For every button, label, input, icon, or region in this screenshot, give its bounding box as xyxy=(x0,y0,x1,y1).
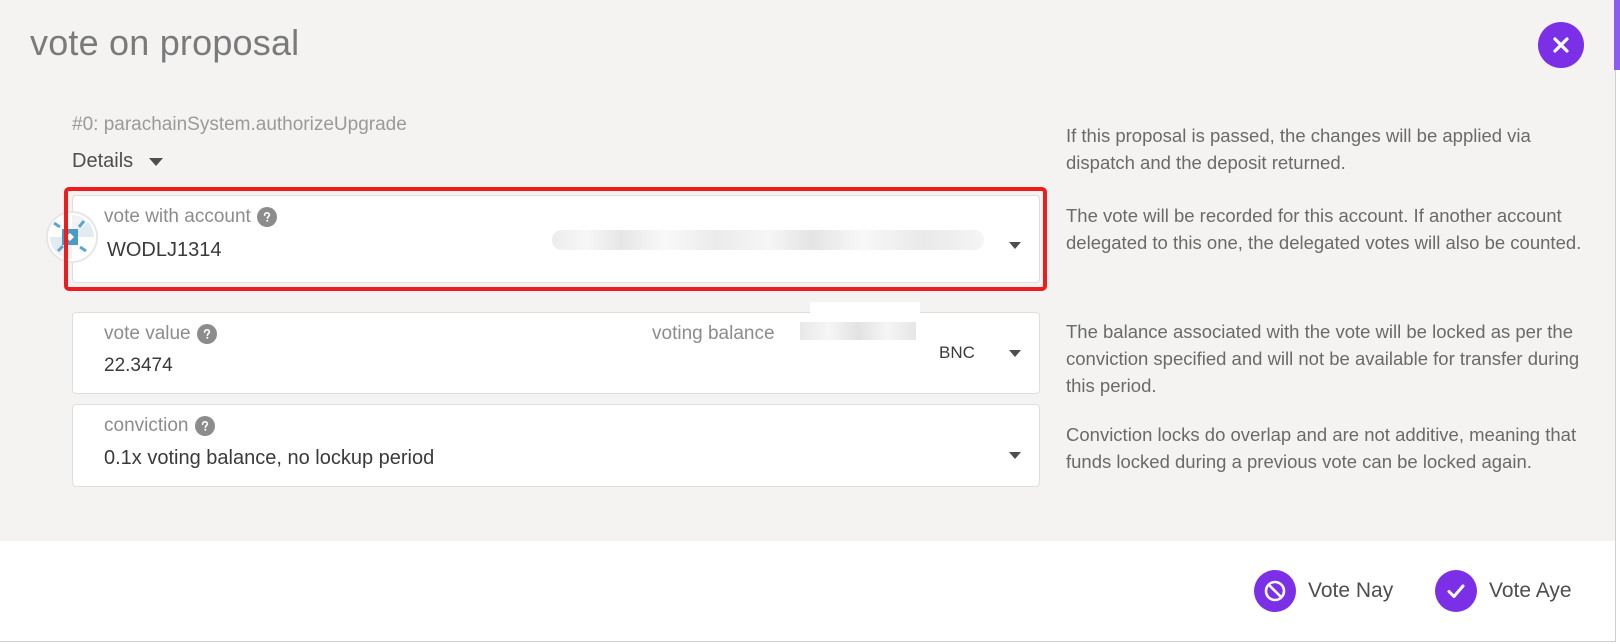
vote-modal: vote on proposal #0: parachainSystem.aut… xyxy=(0,0,1616,642)
vote-nay-button[interactable]: Vote Nay xyxy=(1254,570,1393,612)
caret-down-icon[interactable] xyxy=(1009,350,1021,357)
conviction-label: conviction xyxy=(104,415,215,437)
check-icon xyxy=(1435,570,1477,612)
conviction-value: 0.1x voting balance, no lockup period xyxy=(104,447,435,469)
help-text-balance: The balance associated with the vote wil… xyxy=(1066,321,1580,396)
close-button[interactable] xyxy=(1538,22,1584,68)
voting-balance-label: voting balance xyxy=(652,323,775,344)
caret-down-icon xyxy=(149,157,164,166)
voting-balance-redacted xyxy=(800,322,916,340)
ban-icon xyxy=(1254,570,1296,612)
account-address-redacted xyxy=(552,230,984,250)
vote-aye-label: Vote Aye xyxy=(1489,579,1572,602)
unit-selector[interactable]: BNC xyxy=(939,343,975,363)
help-text-conviction: Conviction locks do overlap and are not … xyxy=(1066,424,1577,472)
modal-title: vote on proposal xyxy=(30,22,300,63)
help-text-account: The vote will be recorded for this accou… xyxy=(1066,205,1582,253)
account-name: WODLJ1314 xyxy=(107,239,222,261)
redacted-overlay xyxy=(810,302,920,318)
question-circle-icon[interactable] xyxy=(196,324,217,344)
identicon xyxy=(46,211,98,263)
question-circle-icon[interactable] xyxy=(256,207,277,227)
background-edge xyxy=(1614,0,1620,70)
vote-value: 22.3474 xyxy=(104,355,173,376)
vote-nay-label: Vote Nay xyxy=(1308,579,1394,602)
question-circle-icon[interactable] xyxy=(194,416,215,436)
modal-body: vote on proposal #0: parachainSystem.aut… xyxy=(0,0,1615,541)
details-toggle[interactable]: Details xyxy=(72,150,164,173)
vote-value-label: vote value xyxy=(104,323,217,345)
help-text-proposal: If this proposal is passed, the changes … xyxy=(1066,125,1531,173)
caret-down-icon xyxy=(1009,452,1021,459)
vote-aye-button[interactable]: Vote Aye xyxy=(1435,570,1572,612)
close-icon xyxy=(1553,37,1569,53)
proposal-id: #0: parachainSystem.authorizeUpgrade xyxy=(72,114,407,135)
account-label: vote with account xyxy=(104,206,277,228)
caret-down-icon xyxy=(1009,242,1021,249)
conviction-dropdown[interactable]: conviction 0.1x voting balance, no locku… xyxy=(72,404,1040,487)
details-label: Details xyxy=(72,150,134,172)
